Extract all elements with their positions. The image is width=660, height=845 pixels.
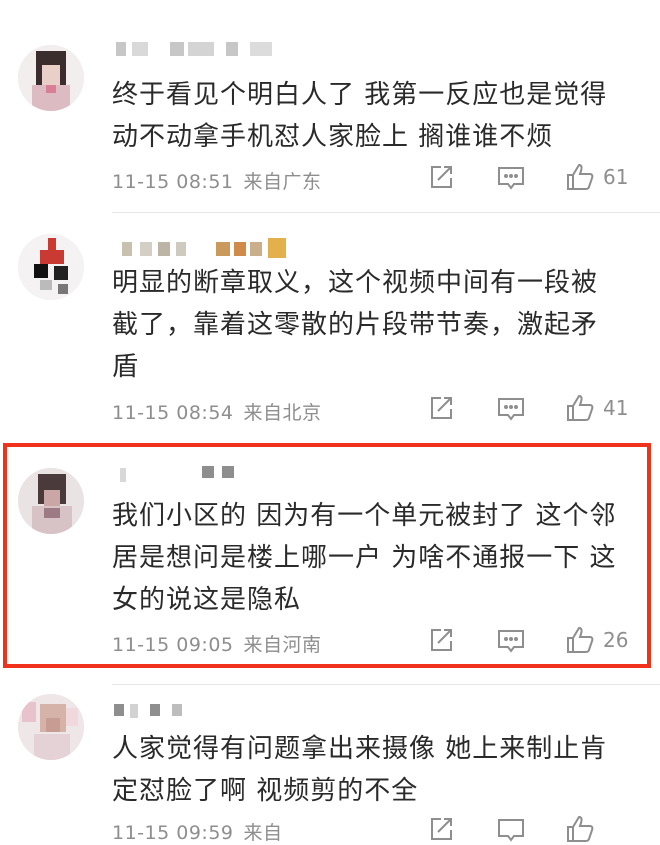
comment-text: 明显的断章取义，这个视频中间有一段被 截了，靠着这零散的片段带节奏，激起矛 盾 — [112, 262, 632, 388]
repost-icon — [431, 629, 452, 651]
comment-text: 人家觉得有问题拿出来摄像 她上来制止肯 定怼脸了啊 视频剪的不全 — [112, 728, 632, 812]
timestamp: 11-15 09:59 — [112, 822, 234, 844]
like-button[interactable] — [565, 814, 595, 844]
comment-button[interactable] — [496, 627, 526, 655]
comment-button[interactable] — [496, 164, 526, 192]
comment-text-line: 终于看见个明白人了 我第一反应也是觉得 — [112, 80, 608, 110]
location: 来自河南 — [243, 634, 322, 656]
comment-text-line: 女的说这是隐私 — [112, 585, 302, 615]
comment-meta: 11-15 09:59 来自 — [112, 818, 283, 845]
comment-text: 我们小区的 因为有一个单元被封了 这个邻 居是想问是楼上哪一户 为啥不通报一下 … — [112, 495, 632, 621]
like-icon — [567, 163, 594, 190]
avatar[interactable] — [18, 468, 84, 534]
comment-text-line: 动不动拿手机怼人家脸上 搁谁谁不烦 — [112, 122, 554, 152]
comment-text-line: 人家觉得有问题拿出来摄像 她上来制止肯 — [112, 734, 608, 764]
comment-text-line: 盾 — [112, 352, 140, 382]
comment-text-line: 我们小区的 因为有一个单元被封了 这个邻 — [112, 501, 617, 531]
repost-icon — [431, 818, 452, 840]
comment-icon — [498, 167, 524, 190]
location: 来自 — [243, 822, 283, 844]
location: 来自广东 — [243, 171, 322, 193]
comment-icon — [498, 819, 524, 842]
like-count: 26 — [603, 628, 629, 652]
comment-button[interactable] — [496, 395, 526, 423]
timestamp: 11-15 08:51 — [112, 171, 234, 193]
repost-button[interactable] — [427, 626, 455, 654]
comment-text-line: 明显的断章取义，这个视频中间有一段被 — [112, 268, 599, 298]
comment-text-line: 居是想问是楼上哪一户 为啥不通报一下 这 — [112, 543, 617, 573]
divider — [112, 212, 660, 213]
like-count: 41 — [603, 396, 629, 420]
repost-button[interactable] — [427, 815, 455, 843]
avatar[interactable] — [18, 694, 84, 760]
comment-text-line: 截了，靠着这零散的片段带节奏，激起矛 — [112, 310, 599, 340]
divider — [112, 684, 660, 685]
avatar[interactable] — [18, 45, 84, 111]
timestamp: 11-15 08:54 — [112, 402, 234, 424]
comment-icon — [498, 630, 524, 653]
like-icon — [567, 815, 594, 842]
avatar[interactable] — [18, 234, 84, 300]
like-button[interactable]: 61 — [565, 162, 628, 192]
comment-text-line: 定怼脸了啊 视频剪的不全 — [112, 776, 419, 806]
location: 来自北京 — [243, 402, 322, 424]
repost-icon — [431, 397, 452, 419]
like-icon — [567, 394, 594, 421]
repost-button[interactable] — [427, 163, 455, 191]
comment-icon — [498, 398, 524, 421]
repost-button[interactable] — [427, 394, 455, 422]
comment-meta: 11-15 08:51 来自广东 — [112, 167, 322, 194]
like-button[interactable]: 26 — [565, 625, 628, 655]
comment-meta: 11-15 09:05 来自河南 — [112, 630, 322, 657]
like-icon — [567, 626, 594, 653]
comment-button[interactable] — [496, 816, 526, 844]
repost-icon — [431, 166, 452, 188]
like-button[interactable]: 41 — [565, 393, 628, 423]
like-count: 61 — [603, 165, 629, 189]
comment-meta: 11-15 08:54 来自北京 — [112, 398, 322, 425]
timestamp: 11-15 09:05 — [112, 634, 234, 656]
comment-text: 终于看见个明白人了 我第一反应也是觉得 动不动拿手机怼人家脸上 搁谁谁不烦 — [112, 74, 632, 158]
